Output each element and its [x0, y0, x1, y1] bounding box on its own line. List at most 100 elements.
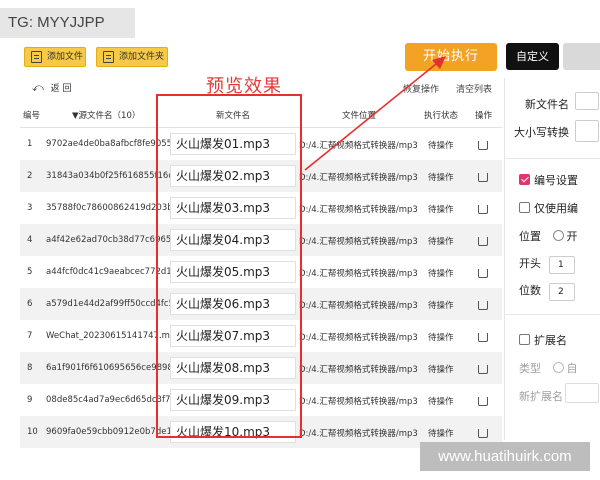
status-text: 待操作 [428, 397, 454, 407]
position-label: 位置 [519, 230, 541, 243]
status-text: 待操作 [428, 141, 454, 151]
case-convert-label: 大小写转换 [514, 126, 569, 139]
status-text: 待操作 [428, 205, 454, 215]
status-text: 待操作 [428, 333, 454, 343]
source-filename: 9702ae4de0ba8afbcf8fe9055baa [46, 139, 170, 149]
source-filename: 35788f0c78600862419d203bf3e5 [46, 203, 170, 213]
status-text: 待操作 [428, 237, 454, 247]
row-number: 4 [27, 235, 33, 245]
numbering-checkbox[interactable]: 编号设置 [519, 172, 578, 188]
new-ext-input[interactable] [565, 383, 599, 403]
back-arrow-icon: ⤺ [32, 81, 44, 94]
digits-input[interactable]: 2 [549, 283, 575, 301]
position-radio-icon[interactable] [552, 230, 564, 241]
row-number: 9 [27, 395, 33, 405]
restore-link[interactable]: 恢复操作 [403, 82, 439, 95]
type-label: 类型 [519, 362, 541, 375]
file-location: D:/4.汇帮视频格式转换器/mp3/a57 [299, 301, 418, 311]
numbering-check-icon [519, 174, 530, 185]
back-label: 返 回 [50, 84, 72, 94]
case-convert-select[interactable] [575, 120, 599, 142]
trash-icon[interactable] [478, 237, 488, 246]
file-location: D:/4.汇帮视频格式转换器/mp3/a44 [299, 269, 418, 279]
trash-icon[interactable] [478, 397, 488, 406]
status-text: 待操作 [428, 365, 454, 375]
clear-list-link[interactable]: 清空列表 [456, 82, 492, 95]
row-number: 1 [27, 139, 33, 149]
add-folder-button[interactable]: 添加文件夹 [96, 47, 168, 67]
trash-icon[interactable] [478, 301, 488, 310]
custom-button[interactable]: 自定义 [506, 43, 559, 70]
add-file-button[interactable]: 添加文件 [24, 47, 86, 67]
source-filename: a4f42e62ad70cb38d77c6965390 [46, 235, 170, 245]
new-ext-label: 新扩展名 [519, 390, 563, 403]
preview-highlight-box [156, 94, 302, 438]
new-name-select[interactable] [575, 92, 599, 110]
status-text: 待操作 [428, 173, 454, 183]
digits-row: 位数 2 [519, 282, 575, 301]
trash-icon[interactable] [478, 205, 488, 214]
only-use-check-icon [519, 202, 530, 213]
status-text: 待操作 [428, 429, 454, 439]
position-row: 位置 开 [519, 228, 578, 244]
row-number: 6 [27, 299, 33, 309]
file-location: D:/4.汇帮视频格式转换器/mp3/We [299, 333, 418, 343]
numbering-label: 编号设置 [534, 174, 578, 187]
only-use-label: 仅使用编 [534, 202, 578, 215]
trash-icon[interactable] [478, 141, 488, 150]
digits-label: 位数 [519, 284, 541, 297]
source-filename: a579d1e44d2af99ff50ccd4fc5e27 [46, 299, 170, 309]
status-text: 待操作 [428, 269, 454, 279]
trash-icon[interactable] [478, 365, 488, 374]
file-location: D:/4.汇帮视频格式转换器/mp3/357 [299, 205, 418, 215]
source-filename: 31843a034b0f25f616855f16d156 [46, 171, 170, 181]
type-row: 类型 自 [519, 360, 578, 376]
header-no: 编号 [23, 111, 41, 121]
source-filename: 08de85c4ad7a9ec6d65dc3f7bd0 [46, 395, 170, 405]
only-use-checkbox[interactable]: 仅使用编 [519, 200, 578, 216]
watermark-top: TG: MYYJJPP [0, 8, 135, 38]
start-label: 开头 [519, 257, 541, 270]
header-loc: 文件位置 [342, 111, 377, 121]
extension-checkbox[interactable]: 扩展名 [519, 332, 567, 348]
file-location: D:/4.汇帮视频格式转换器/mp3/08d [299, 397, 418, 407]
settings-panel: 新文件名 大小写转换 编号设置 仅使用编 位置 开 开头 1 位数 2 扩展名 类型… [504, 78, 600, 440]
source-filename: WeChat_20230615141747.mp3 [46, 331, 170, 341]
file-location: D:/4.汇帮视频格式转换器/mp3/6a1 [299, 365, 418, 375]
row-number: 8 [27, 363, 33, 373]
header-op: 操作 [475, 111, 493, 121]
back-button[interactable]: ⤺ 返 回 [32, 81, 72, 95]
extension-label: 扩展名 [534, 334, 567, 347]
status-text: 待操作 [428, 301, 454, 311]
row-number: 10 [27, 427, 38, 437]
extra-button[interactable] [563, 43, 600, 70]
source-filename: 6a1f901f6f610695656ce9898a1c [46, 363, 170, 373]
row-number: 3 [27, 203, 33, 213]
file-location: D:/4.汇帮视频格式转换器/mp3/970 [299, 141, 418, 151]
extension-check-icon [519, 334, 530, 345]
type-radio-icon[interactable] [552, 362, 564, 373]
divider [505, 158, 600, 159]
start-input[interactable]: 1 [549, 256, 575, 274]
row-number: 7 [27, 331, 33, 341]
add-folder-icon [103, 51, 114, 63]
new-name-label: 新文件名 [525, 98, 569, 111]
header-src[interactable]: ▼源文件名（10） [72, 109, 140, 121]
file-location: D:/4.汇帮视频格式转换器/mp3/960 [299, 429, 418, 439]
start-row: 开头 1 [519, 255, 575, 274]
file-location: D:/4.汇帮视频格式转换器/mp3/318 [299, 173, 418, 183]
row-number: 5 [27, 267, 33, 277]
row-number: 2 [27, 171, 33, 181]
type-option: 自 [566, 362, 578, 375]
trash-icon[interactable] [478, 269, 488, 278]
trash-icon[interactable] [478, 429, 488, 438]
add-folder-label: 添加文件夹 [119, 52, 165, 62]
file-location: D:/4.汇帮视频格式转换器/mp3/a4f [299, 237, 418, 247]
start-button[interactable]: 开始执行 [405, 43, 497, 71]
divider [505, 314, 600, 315]
header-status: 执行状态 [424, 111, 459, 121]
add-file-label: 添加文件 [47, 52, 84, 62]
trash-icon[interactable] [478, 333, 488, 342]
source-filename: a44fcf0dc41c9aeabcec772d1240 [46, 267, 170, 277]
trash-icon[interactable] [478, 173, 488, 182]
